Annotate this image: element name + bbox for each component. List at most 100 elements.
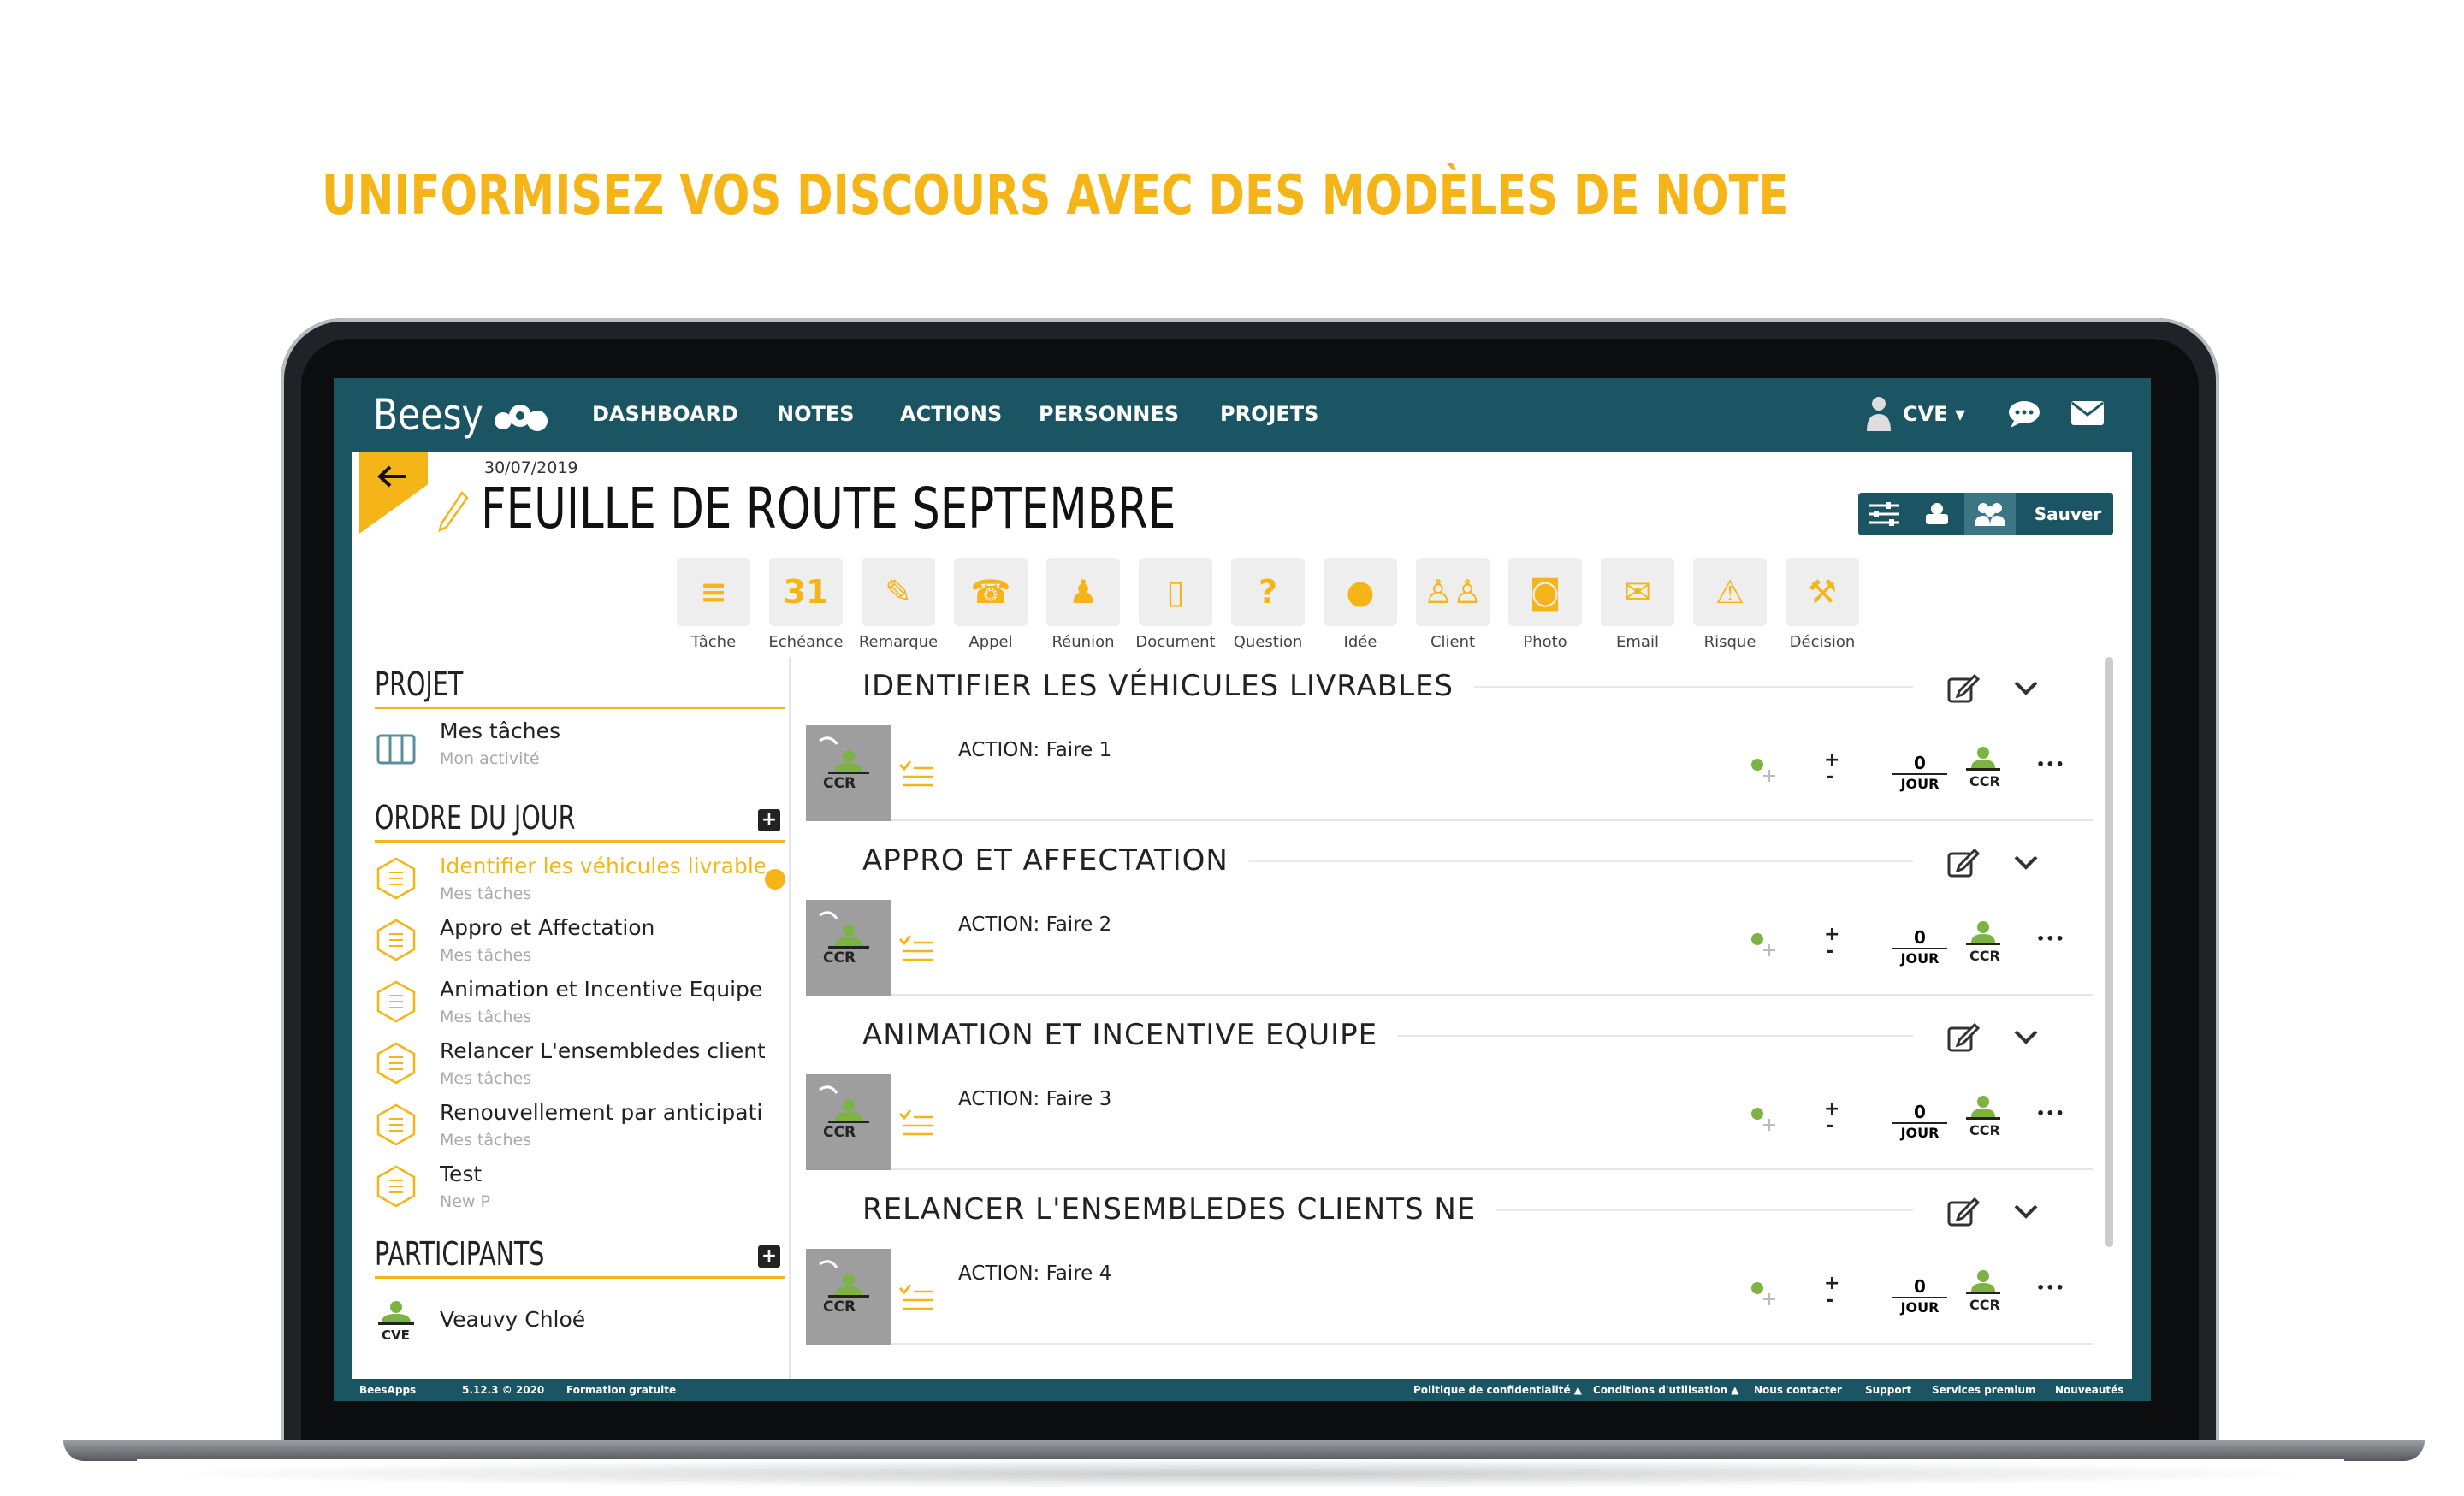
footer-contact-link[interactable]: Nous contacter [1754,1384,1842,1396]
tool-remark-button[interactable]: ✎ Remarque [852,558,945,651]
section-heading: APPRO ET AFFECTATION [862,843,1229,878]
footer-news-link[interactable]: Nouveautés [2055,1384,2123,1396]
agenda-item[interactable]: Identifier les véhicules livrable Mes tâc… [375,854,785,915]
agenda-item[interactable]: Appro et Affectation Mes tâches [375,915,785,977]
agenda-item[interactable]: Test New P [375,1162,785,1223]
action-text[interactable]: ACTION: Faire 3 [958,1088,1111,1110]
due-counter[interactable]: 0 JOUR [1892,1276,1947,1317]
share-button[interactable] [1911,493,1963,535]
chat-icon[interactable] [2007,399,2041,429]
nav-projets[interactable]: PROJETS [1220,402,1318,426]
more-options-button[interactable]: ••• [2036,931,2065,947]
edit-icon[interactable] [1946,1020,1980,1054]
add-tag-icon[interactable] [1747,1102,1781,1136]
add-tag-icon[interactable] [1747,1276,1781,1310]
participant-item[interactable]: CVE Veauvy Chloé [375,1301,785,1363]
more-options-button[interactable]: ••• [2036,756,2065,772]
tool-client-button[interactable]: ♙♙ Client [1407,558,1499,651]
user-menu[interactable]: CVE ▾ [1903,402,1965,426]
avatar[interactable]: CCR [806,725,891,821]
beesy-logo[interactable]: Beesy [373,390,483,440]
nav-personnes[interactable]: PERSONNES [1039,402,1179,426]
tool-photo-button[interactable]: ◙ Photo [1499,558,1591,651]
decrement-button[interactable]: - [1826,1115,1833,1137]
decrement-button[interactable]: - [1826,1290,1833,1311]
due-counter[interactable]: 0 JOUR [1892,927,1947,968]
avatar[interactable]: CCR [806,1074,891,1170]
footer-training-link[interactable]: Formation gratuite [566,1384,676,1396]
nav-dashboard[interactable]: DASHBOARD [592,402,738,426]
chevron-down-icon[interactable] [2009,845,2043,879]
action-text[interactable]: ACTION: Faire 4 [958,1262,1111,1285]
action-controls: + -0 JOUR CCR ••• [1747,919,2093,979]
tool-task-button[interactable]: ≡ Tâche [667,558,760,651]
note-type-toolbar: ≡ Tâche 31 Echéance ✎ Remarque ☎ Appel ♟ Réunion ▯… [667,558,1916,660]
note-title[interactable]: FEUILLE DE ROUTE SEPTEMBRE [481,476,1176,541]
participants-button[interactable] [1964,493,2016,535]
tool-risk-button[interactable]: ⚠ Risque [1684,558,1776,651]
decrement-button[interactable]: - [1826,766,1833,788]
footer-privacy-link[interactable]: Politique de confidentialité ▲ [1413,1384,1582,1396]
assignee-icon[interactable] [1963,744,2004,775]
edit-icon[interactable] [1946,845,1980,879]
action-row[interactable]: CCR ACTION: Faire 4 + -0 JOUR CCR ••• [806,1249,2093,1345]
action-text[interactable]: ACTION: Faire 2 [958,914,1111,936]
agenda-item[interactable]: Animation et Incentive Equipe Mes tâches [375,977,785,1038]
agenda-item-sub: Mes tâches [440,946,532,965]
add-agenda-item-button[interactable]: + [758,809,780,831]
tool-document-button[interactable]: ▯ Document [1129,558,1222,651]
action-row[interactable]: CCR ACTION: Faire 1 + -0 JOUR CCR ••• [806,725,2093,821]
action-row[interactable]: CCR ACTION: Faire 2 + -0 JOUR CCR ••• [806,900,2093,996]
tool-decision-button[interactable]: ⚒ Décision [1776,558,1869,651]
decrement-button[interactable]: - [1826,941,1833,962]
agenda-item[interactable]: Renouvellement par anticipati Mes tâches [375,1100,785,1162]
pencil-icon[interactable] [436,489,471,534]
agenda-item-name: Relancer L'ensembledes client [440,1038,765,1063]
note-editor: 30/07/2019 FEUILLE DE ROUTE SEPTEMBRE Sa… [352,452,2132,1384]
tool-deadline-button[interactable]: 31 Echéance [760,558,852,651]
mail-icon[interactable] [2070,400,2105,426]
projet-item[interactable]: Mes tâches Mon activité [375,718,785,780]
more-options-button[interactable]: ••• [2036,1105,2065,1121]
tool-call-button[interactable]: ☎ Appel [945,558,1037,651]
back-arrow-icon[interactable] [376,464,407,489]
chevron-down-icon[interactable] [2009,671,2043,705]
edit-icon[interactable] [1946,1194,1980,1228]
due-count: 0 [1892,1276,1947,1298]
add-tag-icon[interactable] [1747,753,1781,787]
user-avatar-icon[interactable] [1865,395,1892,433]
footer-brand[interactable]: BeesApps [359,1384,416,1396]
page-headline: UNIFORMISEZ VOS DISCOURS AVEC DES MODÈLE… [322,164,1789,228]
main-scrollbar[interactable] [2105,657,2113,1247]
section-heading: ANIMATION ET INCENTIVE EQUIPE [862,1018,1378,1052]
nav-actions[interactable]: ACTIONS [900,402,1002,426]
more-options-button[interactable]: ••• [2036,1280,2065,1296]
action-text[interactable]: ACTION: Faire 1 [958,739,1111,761]
assignee-icon[interactable] [1963,1268,2004,1298]
chevron-down-icon[interactable] [2009,1020,2043,1054]
assignee-icon[interactable] [1963,1093,2004,1124]
add-participant-button[interactable]: + [758,1245,780,1268]
list-hexagon-icon [376,1165,416,1208]
chevron-down-icon[interactable] [2009,1194,2043,1228]
due-counter[interactable]: 0 JOUR [1892,753,1947,794]
tool-email-button[interactable]: ✉ Email [1591,558,1684,651]
sliders-icon [1869,502,1899,526]
tool-idea-button[interactable]: ● Idée [1314,558,1407,651]
tool-meeting-button[interactable]: ♟ Réunion [1037,558,1129,651]
edit-icon[interactable] [1946,671,1980,705]
avatar[interactable]: CCR [806,1249,891,1345]
footer-terms-link[interactable]: Conditions d'utilisation ▲ [1593,1384,1738,1396]
add-tag-icon[interactable] [1747,927,1781,961]
nav-notes[interactable]: NOTES [777,402,855,426]
avatar[interactable]: CCR [806,900,891,996]
due-counter[interactable]: 0 JOUR [1892,1102,1947,1143]
tool-question-button[interactable]: ? Question [1222,558,1314,651]
agenda-item[interactable]: Relancer L'ensembledes client Mes tâches [375,1038,785,1100]
settings-sliders-button[interactable] [1858,493,1910,535]
assignee-icon[interactable] [1963,919,2004,949]
action-row[interactable]: CCR ACTION: Faire 3 + -0 JOUR CCR ••• [806,1074,2093,1170]
footer-premium-link[interactable]: Services premium [1932,1384,2036,1396]
save-button[interactable]: Sauver [2023,493,2113,535]
footer-support-link[interactable]: Support [1865,1384,1911,1396]
